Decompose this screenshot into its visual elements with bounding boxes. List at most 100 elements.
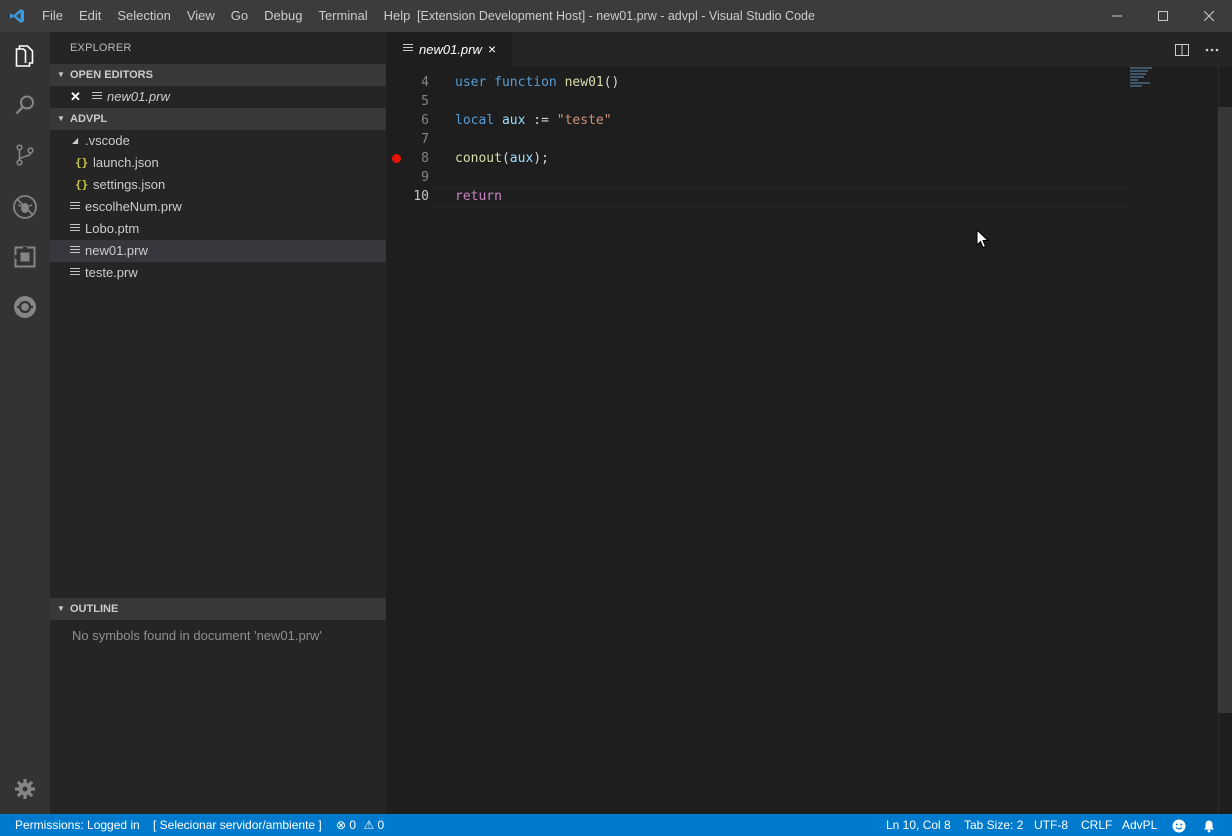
file-item-new01[interactable]: new01.prw <box>50 240 386 262</box>
folder-label: .vscode <box>85 133 130 148</box>
problems-status[interactable]: ⊗ 0 ⚠ 0 <box>336 814 384 836</box>
code-text: local aux := "teste" <box>455 111 612 130</box>
file-item-teste[interactable]: teste.prw <box>50 262 386 284</box>
code-text: conout(aux); <box>455 149 549 168</box>
status-bar: Permissions: Logged in [ Selecionar serv… <box>0 814 1232 836</box>
outline-label: OUTLINE <box>70 603 119 615</box>
chevron-down-icon: ▼ <box>57 114 65 123</box>
menu-go[interactable]: Go <box>223 0 256 32</box>
file-icon <box>92 92 102 102</box>
window-controls <box>1094 0 1232 32</box>
menu-selection[interactable]: Selection <box>109 0 178 32</box>
outline-header[interactable]: ▼ OUTLINE <box>50 598 386 620</box>
code-token: new01 <box>564 75 604 90</box>
code-editor[interactable]: 4 user function new01() 5 6 local aux := "te… <box>386 67 1232 814</box>
code-token: () <box>603 75 620 90</box>
encoding[interactable]: UTF-8 <box>1034 814 1068 836</box>
tab-label: new01.prw <box>419 42 482 57</box>
code-token: "teste" <box>556 113 612 128</box>
workspace-header[interactable]: ▼ ADVPL <box>50 108 386 130</box>
code-line[interactable]: 5 <box>386 92 1126 111</box>
activity-bar <box>0 32 50 814</box>
cursor-position[interactable]: Ln 10, Col 8 <box>886 814 951 836</box>
file-icon <box>70 202 80 212</box>
open-editor-item[interactable]: ✕ new01.prw <box>50 86 386 108</box>
menu-debug[interactable]: Debug <box>256 0 310 32</box>
code-line[interactable]: 4 user function new01() <box>386 73 1126 92</box>
code-line[interactable]: 8 conout(aux); <box>386 149 1126 168</box>
open-editors-label: OPEN EDITORS <box>70 69 153 81</box>
line-number: 6 <box>421 113 429 128</box>
code-token: return <box>455 189 502 204</box>
minimap[interactable] <box>1130 67 1190 97</box>
mouse-cursor-icon <box>976 229 990 249</box>
menu-edit[interactable]: Edit <box>71 0 109 32</box>
files-icon[interactable] <box>0 32 50 80</box>
code-line[interactable]: 6 local aux := "teste" <box>386 111 1126 130</box>
explorer-sidebar: EXPLORER ▼ OPEN EDITORS ✕ new01.prw ▼ AD… <box>50 32 386 814</box>
file-label: launch.json <box>93 155 159 170</box>
chevron-down-icon: ◢ <box>72 136 79 145</box>
search-icon[interactable] <box>0 81 50 129</box>
language-mode[interactable]: AdvPL <box>1122 814 1157 836</box>
notifications-bell-icon[interactable] <box>1202 814 1216 836</box>
warning-icon: ⚠ <box>363 818 375 832</box>
menu-help[interactable]: Help <box>376 0 419 32</box>
file-item-lobo[interactable]: Lobo.ptm <box>50 218 386 240</box>
file-label: new01.prw <box>85 243 148 258</box>
error-count: 0 <box>349 818 357 832</box>
code-token: := <box>525 113 557 128</box>
file-icon <box>403 44 413 54</box>
file-icon <box>70 268 80 278</box>
permissions-status[interactable]: Permissions: Logged in <box>15 814 140 836</box>
line-number: 8 <box>421 151 429 166</box>
open-editors-header[interactable]: ▼ OPEN EDITORS <box>50 64 386 86</box>
code-token: conout <box>455 151 502 166</box>
chevron-down-icon: ▼ <box>57 604 65 613</box>
more-actions-icon[interactable] <box>1198 32 1226 67</box>
code-text: return <box>455 187 502 206</box>
server-selector[interactable]: [ Selecionar servidor/ambiente ] <box>153 814 322 836</box>
file-icon <box>70 246 80 256</box>
folder-item-vscode[interactable]: ◢ .vscode <box>50 130 386 152</box>
line-number: 5 <box>421 94 429 109</box>
feedback-smiley-icon[interactable] <box>1172 814 1186 836</box>
warning-count: 0 <box>377 818 385 832</box>
sidebar-title: EXPLORER <box>70 42 132 54</box>
vscode-logo-icon[interactable] <box>0 0 34 32</box>
tab-size[interactable]: Tab Size: 2 <box>964 814 1023 836</box>
source-control-icon[interactable] <box>0 131 50 179</box>
file-label: teste.prw <box>85 265 138 280</box>
file-item-launch-json[interactable]: {} launch.json <box>50 152 386 174</box>
sync-icon[interactable] <box>0 283 50 331</box>
close-icon[interactable]: × <box>488 32 496 67</box>
debug-icon[interactable] <box>0 183 50 231</box>
file-icon <box>70 224 80 234</box>
tab-new01[interactable]: new01.prw × <box>386 32 512 67</box>
gear-icon[interactable] <box>0 765 50 813</box>
line-number: 4 <box>421 75 429 90</box>
file-item-settings-json[interactable]: {} settings.json <box>50 174 386 196</box>
code-text: user function new01() <box>455 73 619 92</box>
vertical-scrollbar[interactable] <box>1218 107 1232 713</box>
maximize-button[interactable] <box>1140 0 1186 32</box>
code-token: local <box>455 113 495 128</box>
extensions-icon[interactable] <box>0 233 50 281</box>
menu-terminal[interactable]: Terminal <box>310 0 375 32</box>
close-icon[interactable]: ✕ <box>70 86 81 108</box>
close-window-button[interactable] <box>1186 0 1232 32</box>
minimize-button[interactable] <box>1094 0 1140 32</box>
split-editor-icon[interactable] <box>1168 32 1196 67</box>
file-label: Lobo.ptm <box>85 221 140 236</box>
code-line[interactable]: 10 return <box>386 187 1126 206</box>
code-line[interactable]: 9 <box>386 168 1126 187</box>
file-item-escolhenum[interactable]: escolheNum.prw <box>50 196 386 218</box>
code-token: ( <box>501 151 510 166</box>
menu-file[interactable]: File <box>34 0 71 32</box>
code-line[interactable]: 7 <box>386 130 1126 149</box>
line-ending[interactable]: CRLF <box>1081 814 1112 836</box>
menu-view[interactable]: View <box>179 0 223 32</box>
editor-tabs: new01.prw × <box>386 32 1232 67</box>
